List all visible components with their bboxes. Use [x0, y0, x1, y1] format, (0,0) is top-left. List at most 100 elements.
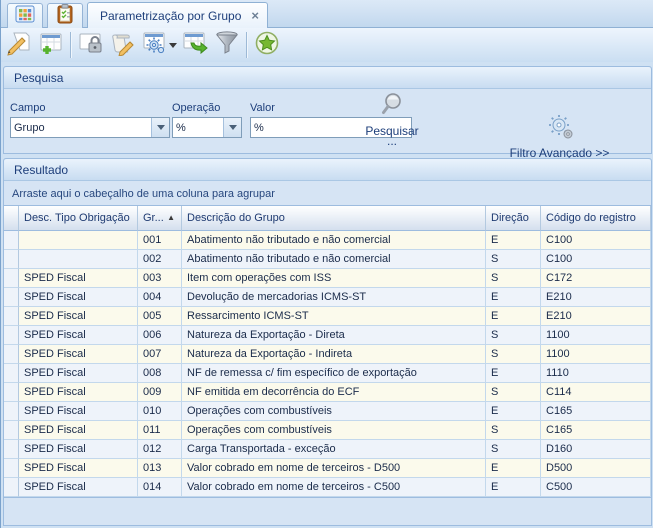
cell-direcao[interactable]: E [486, 478, 541, 497]
cell-descricao[interactable]: Item com operações com ISS [182, 269, 486, 288]
cell-tipo[interactable]: SPED Fiscal [19, 440, 138, 459]
group-by-hint[interactable]: Arraste aqui o cabeçalho de uma coluna p… [12, 188, 275, 200]
cell-tipo[interactable]: SPED Fiscal [19, 307, 138, 326]
cell-grupo[interactable]: 006 [138, 326, 182, 345]
row-indicator-cell[interactable] [4, 345, 19, 364]
cell-descricao[interactable]: Valor cobrado em nome de terceiros - C50… [182, 478, 486, 497]
cell-grupo[interactable]: 005 [138, 307, 182, 326]
cell-grupo[interactable]: 012 [138, 440, 182, 459]
table-row[interactable]: 001 Abatimento não tributado e não comer… [4, 231, 651, 250]
cell-direcao[interactable]: E [486, 459, 541, 478]
cell-direcao[interactable]: E [486, 402, 541, 421]
row-indicator-cell[interactable] [4, 250, 19, 269]
cell-codigo[interactable]: C500 [541, 478, 651, 497]
tab-tasks[interactable] [47, 3, 83, 28]
row-indicator-cell[interactable] [4, 364, 19, 383]
cell-direcao[interactable]: E [486, 364, 541, 383]
table-row[interactable]: SPED Fiscal 012 Carga Transportada - exc… [4, 440, 651, 459]
cell-grupo[interactable]: 008 [138, 364, 182, 383]
cell-direcao[interactable]: E [486, 288, 541, 307]
view-settings-button[interactable] [139, 30, 179, 60]
column-header-direcao[interactable]: Direção [486, 206, 541, 231]
table-row[interactable]: SPED Fiscal 004 Devolução de mercadorias… [4, 288, 651, 307]
cell-grupo[interactable]: 002 [138, 250, 182, 269]
cell-grupo[interactable]: 004 [138, 288, 182, 307]
column-header-descricao[interactable]: Descrição do Grupo [182, 206, 486, 231]
table-row[interactable]: SPED Fiscal 010 Operações com combustíve… [4, 402, 651, 421]
row-indicator-cell[interactable] [4, 459, 19, 478]
cell-tipo[interactable]: SPED Fiscal [19, 421, 138, 440]
table-row[interactable]: SPED Fiscal 014 Valor cobrado em nome de… [4, 478, 651, 497]
cell-tipo[interactable]: SPED Fiscal [19, 269, 138, 288]
cell-direcao[interactable]: S [486, 440, 541, 459]
cell-descricao[interactable]: Abatimento não tributado e não comercial [182, 250, 486, 269]
cell-codigo[interactable]: C114 [541, 383, 651, 402]
cell-codigo[interactable]: C100 [541, 250, 651, 269]
cell-tipo[interactable]: SPED Fiscal [19, 459, 138, 478]
cell-grupo[interactable]: 013 [138, 459, 182, 478]
table-row[interactable]: SPED Fiscal 007 Natureza da Exportação -… [4, 345, 651, 364]
cell-codigo[interactable]: 1100 [541, 326, 651, 345]
row-indicator-cell[interactable] [4, 288, 19, 307]
row-indicator-cell[interactable] [4, 440, 19, 459]
cell-descricao[interactable]: Ressarcimento ICMS-ST [182, 307, 486, 326]
operacao-combobox[interactable] [172, 117, 242, 138]
row-indicator-cell[interactable] [4, 269, 19, 288]
campo-input[interactable] [11, 118, 151, 137]
cell-grupo[interactable]: 014 [138, 478, 182, 497]
cell-descricao[interactable]: Operações com combustíveis [182, 421, 486, 440]
tab-parametrizacao-por-grupo[interactable]: Parametrização por Grupo × [87, 2, 268, 28]
row-indicator-cell[interactable] [4, 326, 19, 345]
row-indicator-cell[interactable] [4, 478, 19, 497]
cell-tipo[interactable]: SPED Fiscal [19, 345, 138, 364]
tab-modules[interactable] [7, 3, 43, 28]
operacao-dropdown-button[interactable] [223, 118, 241, 137]
pesquisar-button[interactable]: Pesquisar ... [347, 91, 437, 144]
table-row[interactable]: SPED Fiscal 008 NF de remessa c/ fim esp… [4, 364, 651, 383]
cell-codigo[interactable]: C172 [541, 269, 651, 288]
table-row[interactable]: SPED Fiscal 003 Item com operações com I… [4, 269, 651, 288]
cell-tipo[interactable]: SPED Fiscal [19, 288, 138, 307]
cell-codigo[interactable]: D500 [541, 459, 651, 478]
cell-grupo[interactable]: 010 [138, 402, 182, 421]
favorite-button[interactable] [251, 30, 283, 60]
cell-tipo[interactable] [19, 250, 138, 269]
cell-tipo[interactable] [19, 231, 138, 250]
campo-combobox[interactable] [10, 117, 170, 138]
export-grid-button[interactable] [179, 30, 211, 60]
lock-record-button[interactable] [75, 30, 107, 60]
cell-codigo[interactable]: C165 [541, 402, 651, 421]
row-indicator-cell[interactable] [4, 307, 19, 326]
cell-descricao[interactable]: Operações com combustíveis [182, 402, 486, 421]
cell-descricao[interactable]: Devolução de mercadorias ICMS-ST [182, 288, 486, 307]
row-indicator-cell[interactable] [4, 383, 19, 402]
cell-direcao[interactable]: S [486, 345, 541, 364]
operacao-input[interactable] [173, 118, 223, 137]
cell-direcao[interactable]: S [486, 250, 541, 269]
cell-grupo[interactable]: 003 [138, 269, 182, 288]
cell-codigo[interactable]: D160 [541, 440, 651, 459]
table-row[interactable]: SPED Fiscal 011 Operações com combustíve… [4, 421, 651, 440]
row-indicator-cell[interactable] [4, 402, 19, 421]
cell-grupo[interactable]: 001 [138, 231, 182, 250]
cell-tipo[interactable]: SPED Fiscal [19, 383, 138, 402]
table-row[interactable]: SPED Fiscal 009 NF emitida em decorrênci… [4, 383, 651, 402]
cell-descricao[interactable]: Natureza da Exportação - Direta [182, 326, 486, 345]
cell-descricao[interactable]: Natureza da Exportação - Indireta [182, 345, 486, 364]
column-header-grupo[interactable]: Gr... ▲ [138, 206, 182, 231]
cell-codigo[interactable]: 1100 [541, 345, 651, 364]
cell-descricao[interactable]: Valor cobrado em nome de terceiros - D50… [182, 459, 486, 478]
cell-direcao[interactable]: S [486, 326, 541, 345]
cell-tipo[interactable]: SPED Fiscal [19, 364, 138, 383]
cell-grupo[interactable]: 007 [138, 345, 182, 364]
cell-tipo[interactable]: SPED Fiscal [19, 478, 138, 497]
cell-tipo[interactable]: SPED Fiscal [19, 402, 138, 421]
filtro-avancado-button[interactable]: Filtro Avançado >> [492, 115, 627, 160]
table-row[interactable]: SPED Fiscal 013 Valor cobrado em nome de… [4, 459, 651, 478]
cell-grupo[interactable]: 009 [138, 383, 182, 402]
column-header-codigo[interactable]: Código do registro [541, 206, 651, 231]
cell-direcao[interactable]: S [486, 383, 541, 402]
cell-codigo[interactable]: E210 [541, 288, 651, 307]
cell-tipo[interactable]: SPED Fiscal [19, 326, 138, 345]
table-row[interactable]: SPED Fiscal 005 Ressarcimento ICMS-ST E … [4, 307, 651, 326]
